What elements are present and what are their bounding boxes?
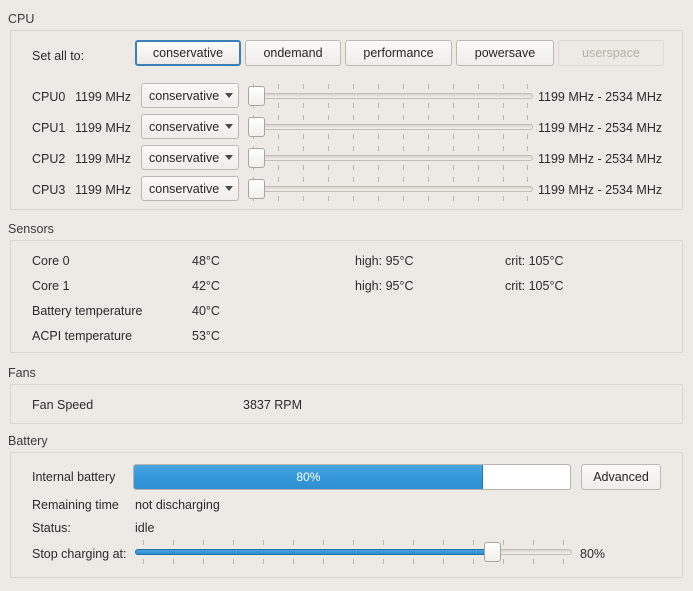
stop-charging-fill	[135, 549, 493, 555]
cpu3-frequency-slider[interactable]	[248, 177, 533, 201]
sensor-row-value: 40°C	[192, 304, 220, 318]
set-all-to-label: Set all to:	[32, 49, 85, 63]
governor-button-powersave[interactable]: powersave	[456, 40, 554, 66]
remaining-time-value: not discharging	[135, 498, 220, 512]
sensor-row-label: ACPI temperature	[32, 329, 133, 343]
cpu1-slider-track	[248, 124, 533, 130]
cpu2-slider-track	[248, 155, 533, 161]
internal-battery-progress-text: 80%	[296, 470, 321, 484]
sensors-section-title: Sensors	[8, 222, 54, 236]
cpu2-governor-value: conservative	[149, 150, 220, 165]
cpu3-slider-track	[248, 186, 533, 192]
stop-charging-value: 80%	[580, 547, 606, 561]
cpu3-governor-combo[interactable]: conservative	[141, 176, 239, 201]
cpu0-slider-handle[interactable]	[248, 86, 265, 106]
cpu1-slider-ticks-top	[248, 115, 533, 120]
fans-section-title: Fans	[8, 366, 36, 380]
sensor-row-high: high: 95°C	[355, 254, 414, 268]
battery-status-label: Status:	[32, 521, 71, 535]
cpu0-frequency: 1199 MHz	[75, 90, 132, 104]
cpu0-slider-ticks-top	[248, 84, 533, 89]
sensor-row-crit: crit: 105°C	[505, 279, 564, 293]
battery-status-value: idle	[135, 521, 155, 535]
cpu1-slider-handle[interactable]	[248, 117, 265, 137]
sensor-row-label: Battery temperature	[32, 304, 143, 318]
cpu3-slider-handle[interactable]	[248, 179, 265, 199]
sensor-row-label: Core 1	[32, 279, 70, 293]
sensor-row-value: 48°C	[192, 254, 220, 268]
cpu1-frequency-slider[interactable]	[248, 115, 533, 139]
governor-button-conservative[interactable]: conservative	[135, 40, 241, 66]
cpu2-slider-ticks-top	[248, 146, 533, 151]
cpu3-slider-ticks-bottom	[248, 196, 533, 201]
cpu1-frequency-range: 1199 MHz - 2534 MHz	[538, 121, 663, 135]
internal-battery-progress: 80%	[133, 464, 571, 490]
governor-button-userspace: userspace	[558, 40, 664, 66]
stop-charging-ticks-top	[135, 540, 572, 545]
battery-section-title: Battery	[8, 434, 48, 448]
battery-advanced-button[interactable]: Advanced	[581, 464, 661, 490]
sensor-row-crit: crit: 105°C	[505, 254, 564, 268]
stop-charging-handle[interactable]	[484, 542, 501, 562]
sensor-row-value: 53°C	[192, 329, 220, 343]
sensor-row-high: high: 95°C	[355, 279, 414, 293]
cpu2-frequency-range: 1199 MHz - 2534 MHz	[538, 152, 663, 166]
cpu1-governor-combo[interactable]: conservative	[141, 114, 239, 139]
internal-battery-label: Internal battery	[32, 470, 116, 484]
cpu0-frequency-slider[interactable]	[248, 84, 533, 108]
cpu2-frequency-slider[interactable]	[248, 146, 533, 170]
sensor-row-label: Core 0	[32, 254, 70, 268]
fan-row-value: 3837 RPM	[243, 398, 303, 412]
chevron-down-icon	[219, 93, 238, 98]
cpu3-slider-ticks-top	[248, 177, 533, 182]
cpu2-slider-ticks-bottom	[248, 165, 533, 170]
cpu2-frequency: 1199 MHz	[75, 152, 132, 166]
cpu3-governor-value: conservative	[149, 181, 220, 196]
fan-row-label: Fan Speed	[32, 398, 94, 412]
cpu1-frequency: 1199 MHz	[75, 121, 132, 135]
cpu3-name: CPU3	[32, 183, 66, 197]
chevron-down-icon	[219, 155, 238, 160]
cpu3-frequency: 1199 MHz	[75, 183, 132, 197]
chevron-down-icon	[219, 186, 238, 191]
governor-button-performance[interactable]: performance	[345, 40, 452, 66]
cpu1-name: CPU1	[32, 121, 66, 135]
fans-section-frame	[10, 384, 683, 424]
governor-button-ondemand[interactable]: ondemand	[245, 40, 341, 66]
stop-charging-ticks-bottom	[135, 559, 572, 564]
cpu0-name: CPU0	[32, 90, 66, 104]
chevron-down-icon	[219, 124, 238, 129]
cpu-section-title: CPU	[8, 12, 35, 26]
stop-charging-label: Stop charging at:	[32, 547, 127, 561]
cpu0-governor-value: conservative	[149, 88, 220, 103]
system-settings-window: CPU Set all to: conservative ondemand pe…	[0, 0, 693, 591]
stop-charging-slider[interactable]	[135, 540, 572, 564]
cpu2-slider-handle[interactable]	[248, 148, 265, 168]
cpu0-governor-combo[interactable]: conservative	[141, 83, 239, 108]
cpu1-slider-ticks-bottom	[248, 134, 533, 139]
cpu0-slider-ticks-bottom	[248, 103, 533, 108]
cpu0-slider-track	[248, 93, 533, 99]
cpu3-frequency-range: 1199 MHz - 2534 MHz	[538, 183, 663, 197]
cpu2-name: CPU2	[32, 152, 66, 166]
cpu1-governor-value: conservative	[149, 119, 220, 134]
cpu0-frequency-range: 1199 MHz - 2534 MHz	[538, 90, 663, 104]
remaining-time-label: Remaining time	[32, 498, 119, 512]
sensor-row-value: 42°C	[192, 279, 220, 293]
cpu2-governor-combo[interactable]: conservative	[141, 145, 239, 170]
